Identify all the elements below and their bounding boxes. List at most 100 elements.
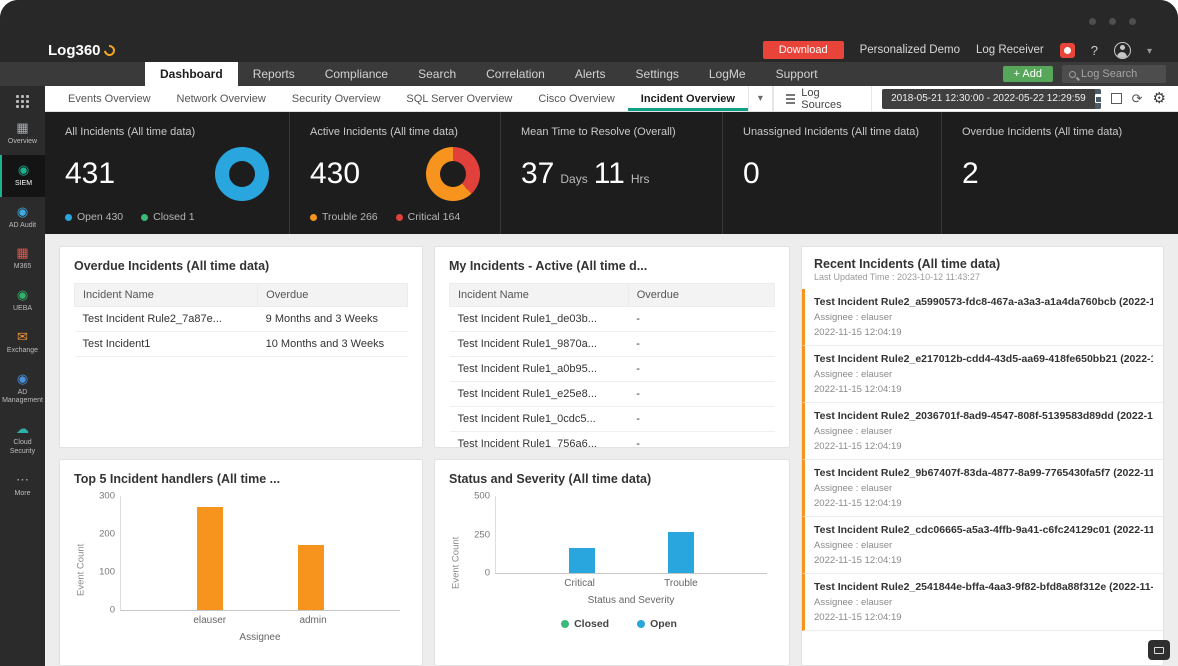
open-legend-dot — [65, 214, 72, 221]
refresh-icon[interactable] — [1132, 90, 1143, 108]
dashboard-subnav: Events Overview Network Overview Securit… — [45, 86, 1178, 112]
my-incidents-panel: My Incidents - Active (All time d... Inc… — [434, 246, 790, 448]
nav-tab-alerts[interactable]: Alerts — [560, 62, 621, 86]
unassigned-incidents-value: 0 — [743, 157, 760, 191]
table-row[interactable]: Test Incident Rule1_e25e8...- — [450, 382, 775, 407]
exchange-icon: ✉ — [17, 330, 28, 344]
more-icon: ⋯ — [16, 473, 29, 487]
active-incidents-donut-chart[interactable] — [426, 147, 480, 201]
user-avatar-icon[interactable] — [1114, 42, 1131, 59]
bar-elauser[interactable] — [197, 507, 223, 610]
critical-legend-dot — [396, 214, 403, 221]
table-row[interactable]: Test Incident1 10 Months and 3 Weeks — [75, 332, 408, 357]
nav-tab-search[interactable]: Search — [403, 62, 471, 86]
table-row[interactable]: Test Incident Rule1_9870a...- — [450, 332, 775, 357]
nav-tab-reports[interactable]: Reports — [238, 62, 310, 86]
sidebar-item-exchange[interactable]: ✉ Exchange — [0, 322, 45, 364]
date-range-picker[interactable]: 2018-05-21 12:30:00 - 2022-05-22 12:29:5… — [882, 89, 1101, 109]
table-row[interactable]: Test Incident Rule1_de03b...- — [450, 307, 775, 332]
column-header-overdue[interactable]: Overdue — [258, 284, 408, 307]
window-controls[interactable] — [1089, 18, 1136, 25]
column-header-incident-name[interactable]: Incident Name — [75, 284, 258, 307]
kpi-all-incidents: All Incidents (All time data) 431 Open 4… — [45, 112, 290, 234]
logo-text: Log360 — [48, 42, 101, 59]
status-severity-bar-chart: Event Count 500 250 0 — [449, 496, 775, 630]
incident-item[interactable]: Test Incident Rule2_9b67407f-83da-4877-8… — [802, 460, 1163, 517]
sidebar-item-ad-audit[interactable]: ◉ AD Audit — [0, 197, 45, 239]
sidebar-item-siem[interactable]: ◉ SIEM — [0, 155, 45, 197]
active-incidents-value: 430 — [310, 157, 360, 191]
log-search-input[interactable] — [1081, 68, 1159, 80]
column-header-incident-name[interactable]: Incident Name — [450, 284, 629, 307]
sidebar-item-ueba[interactable]: ◉ UEBA — [0, 280, 45, 322]
nav-tab-correlation[interactable]: Correlation — [471, 62, 560, 86]
column-header-overdue[interactable]: Overdue — [628, 284, 774, 307]
top-handlers-panel: Top 5 Incident handlers (All time ... Ev… — [59, 459, 423, 666]
settings-gear-icon[interactable] — [1153, 89, 1166, 108]
nav-tab-dashboard[interactable]: Dashboard — [145, 62, 238, 86]
add-button[interactable]: + Add — [1003, 66, 1053, 82]
all-incidents-donut-chart[interactable] — [215, 147, 269, 201]
dashboard-grid: Overdue Incidents (All time data) Incide… — [45, 234, 1178, 666]
subtab-cisco-overview[interactable]: Cisco Overview — [525, 86, 627, 111]
bar-critical[interactable] — [569, 548, 595, 573]
incident-item[interactable]: Test Incident Rule2_a5990573-fdc8-467a-a… — [802, 289, 1163, 346]
notification-icon[interactable] — [1060, 43, 1075, 58]
closed-legend-dot — [141, 214, 148, 221]
subtab-sql-server-overview[interactable]: SQL Server Overview — [393, 86, 525, 111]
calendar-icon[interactable] — [1095, 89, 1101, 109]
nav-tab-compliance[interactable]: Compliance — [310, 62, 403, 86]
personalized-demo-link[interactable]: Personalized Demo — [860, 44, 960, 56]
ueba-icon: ◉ — [17, 288, 28, 302]
log-sources-button[interactable]: Log Sources — [773, 86, 872, 111]
fullscreen-icon[interactable] — [1111, 93, 1121, 104]
app-header: Log360 Download Personalized Demo Log Re… — [0, 38, 1178, 62]
last-updated-time: Last Updated Time : 2023-10-12 11:43:27 — [814, 272, 1151, 282]
incident-item[interactable]: Test Incident Rule2_cdc06665-a5a3-4ffb-9… — [802, 517, 1163, 574]
more-tabs-chevron-icon[interactable] — [748, 86, 773, 111]
bar-trouble[interactable] — [668, 532, 694, 573]
kpi-active-incidents: Active Incidents (All time data) 430 Tro… — [290, 112, 501, 234]
sidebar-item-ad-management[interactable]: ◉ AD Management — [0, 364, 45, 415]
legend-closed[interactable]: Closed — [561, 618, 609, 630]
log-receiver-link[interactable]: Log Receiver — [976, 44, 1044, 56]
user-menu-chevron-icon[interactable] — [1147, 41, 1152, 59]
table-row[interactable]: Test Incident Rule1_a0b95...- — [450, 357, 775, 382]
download-button[interactable]: Download — [763, 41, 844, 59]
all-incidents-value: 431 — [65, 157, 115, 191]
log-search-box[interactable] — [1062, 65, 1166, 83]
search-icon — [1069, 71, 1076, 78]
incident-item[interactable]: Test Incident Rule2_2541844e-bffa-4aa3-9… — [802, 574, 1163, 631]
table-row[interactable]: Test Incident Rule1_0cdc5...- — [450, 407, 775, 432]
bar-admin[interactable] — [298, 545, 324, 610]
table-row[interactable]: Test Incident Rule2_7a87e... 9 Months an… — [75, 307, 408, 332]
sidebar-item-more[interactable]: ⋯ More — [0, 465, 45, 507]
trouble-legend-dot — [310, 214, 317, 221]
nav-tab-logme[interactable]: LogMe — [694, 62, 761, 86]
support-widget-button[interactable] — [1148, 640, 1170, 660]
cloud-security-icon: ☁ — [16, 422, 29, 436]
subtab-security-overview[interactable]: Security Overview — [279, 86, 394, 111]
sidebar-item-cloud-security[interactable]: ☁ Cloud Security — [0, 414, 45, 465]
nav-tab-settings[interactable]: Settings — [621, 62, 694, 86]
status-severity-panel: Status and Severity (All time data) Even… — [434, 459, 790, 666]
subtab-incident-overview[interactable]: Incident Overview — [628, 86, 748, 111]
ad-audit-icon: ◉ — [17, 205, 28, 219]
ad-management-icon: ◉ — [17, 372, 28, 386]
date-range-value: 2018-05-21 12:30:00 - 2022-05-22 12:29:5… — [882, 93, 1095, 104]
sidebar-item-overview[interactable]: ▦ Overview — [0, 113, 45, 155]
help-icon[interactable]: ? — [1091, 43, 1098, 58]
kpi-band: All Incidents (All time data) 431 Open 4… — [45, 112, 1178, 234]
table-row[interactable]: Test Incident Rule1_756a6...- — [450, 432, 775, 449]
siem-icon: ◉ — [18, 163, 29, 177]
legend-open[interactable]: Open — [637, 618, 677, 630]
subtab-network-overview[interactable]: Network Overview — [164, 86, 279, 111]
incident-item[interactable]: Test Incident Rule2_2036701f-8ad9-4547-8… — [802, 403, 1163, 460]
nav-tab-support[interactable]: Support — [761, 62, 833, 86]
subtab-events-overview[interactable]: Events Overview — [55, 86, 164, 111]
sidebar: ▦ Overview ◉ SIEM ◉ AD Audit ▦ M365 ◉ UE… — [0, 86, 45, 666]
apps-grid-icon[interactable] — [16, 95, 30, 109]
sidebar-item-m365[interactable]: ▦ M365 — [0, 238, 45, 280]
incident-item[interactable]: Test Incident Rule2_e217012b-cdd4-43d5-a… — [802, 346, 1163, 403]
log-sources-icon — [786, 94, 795, 96]
